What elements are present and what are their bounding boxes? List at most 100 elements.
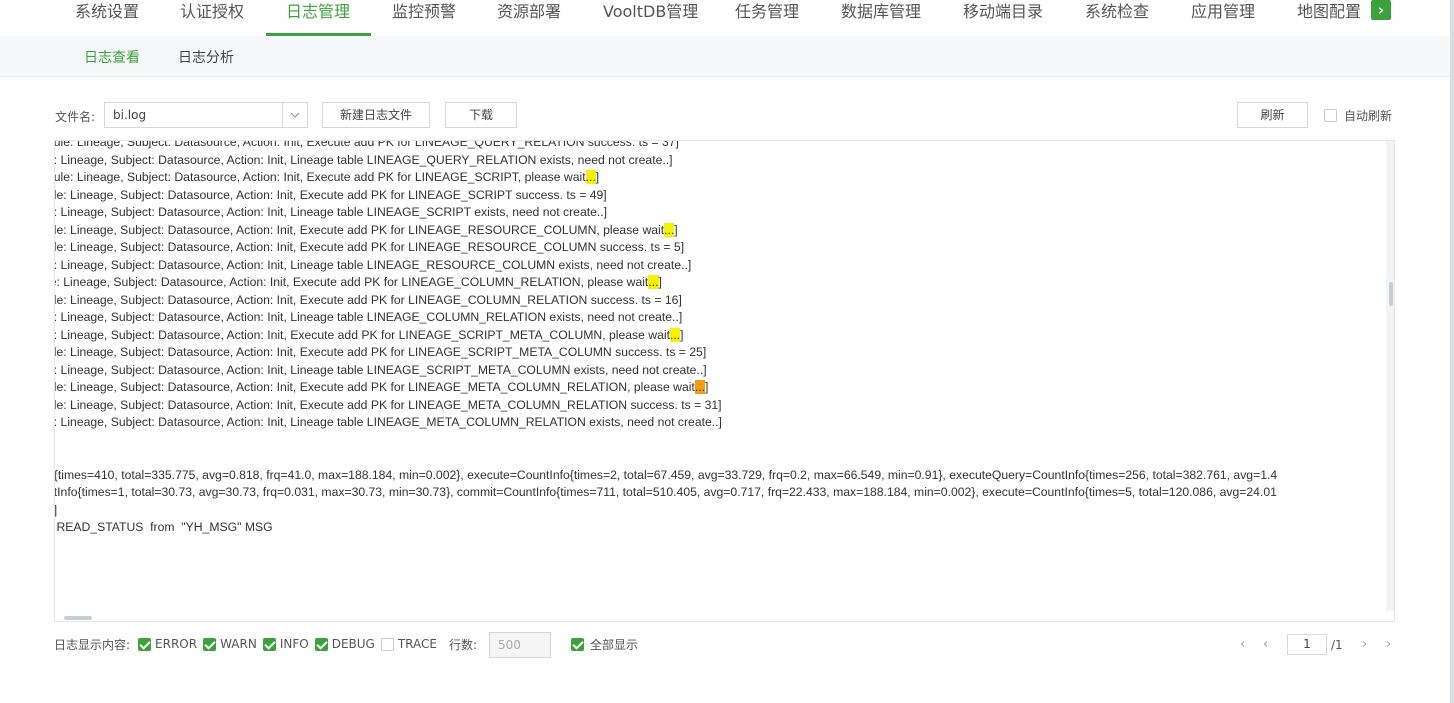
log-line-text: e: Lineage, Subject: Datasource, Action:… bbox=[55, 257, 692, 272]
log-line-text: ule: Lineage, Subject: Datasource, Actio… bbox=[55, 380, 695, 394]
nav-item-system-settings[interactable]: 系统设置 bbox=[75, 0, 139, 36]
window-edge bbox=[1450, 0, 1454, 703]
log-line-text: ule: Lineage, Subject: Datasource, Actio… bbox=[55, 397, 722, 412]
log-line: o{times=410, total=335.775, avg=0.818, f… bbox=[55, 468, 1277, 483]
vertical-scrollbar[interactable] bbox=[1386, 141, 1394, 611]
nav-item-log-management[interactable]: 日志管理 bbox=[286, 0, 350, 36]
log-line-text: e: Lineage, Subject: Datasource, Action:… bbox=[55, 327, 670, 342]
log-line-text: o{times=410, total=335.775, avg=0.818, f… bbox=[55, 467, 1278, 482]
search-highlight: ... bbox=[648, 275, 659, 289]
display-content-label: 日志显示内容: bbox=[54, 637, 131, 652]
tab-log-view[interactable]: 日志查看 bbox=[84, 47, 140, 67]
log-line: ule: Lineage, Subject: Datasource, Actio… bbox=[55, 345, 706, 360]
nav-item-monitoring[interactable]: 监控预警 bbox=[392, 0, 456, 36]
debug-checkbox[interactable] bbox=[314, 637, 328, 651]
log-line: le: Lineage, Subject: Datasource, Action… bbox=[55, 275, 662, 290]
log-content: dule: Lineage, Subject: Datasource, Acti… bbox=[55, 141, 1385, 611]
search-highlight: ... bbox=[669, 327, 681, 342]
rows-input[interactable]: 500 bbox=[489, 632, 551, 658]
log-line-text: ule: Lineage, Subject: Datasource, Actio… bbox=[55, 345, 707, 359]
nav-item-database-management[interactable]: 数据库管理 bbox=[841, 0, 921, 36]
warn-checkbox[interactable] bbox=[203, 637, 217, 651]
log-line-suffix: ] bbox=[680, 327, 684, 342]
log-line-suffix: ] bbox=[595, 170, 600, 184]
nav-item-system-check[interactable]: 系统检查 bbox=[1085, 0, 1149, 36]
level-error[interactable]: ERROR bbox=[138, 637, 197, 651]
horizontal-scrollbar[interactable] bbox=[55, 611, 1386, 621]
log-line-text: e: Lineage, Subject: Datasource, Action:… bbox=[55, 362, 707, 377]
show-all-toggle[interactable]: 全部显示 bbox=[571, 636, 638, 653]
chevron-down-icon[interactable] bbox=[282, 103, 307, 127]
error-checkbox[interactable] bbox=[138, 637, 152, 651]
level-warn[interactable]: WARN bbox=[203, 637, 257, 651]
log-line-text: 3] bbox=[55, 503, 57, 517]
file-select[interactable]: bi.log bbox=[104, 102, 308, 128]
log-filter-bar: 日志显示内容: ERROR WARN INFO DEBUG TRACE 行数: bbox=[54, 636, 477, 652]
log-line-text: ntInfo{times=1, total=30.73, avg=30.73, … bbox=[55, 485, 1277, 499]
info-checkbox[interactable] bbox=[262, 637, 276, 651]
log-line-suffix: ] bbox=[705, 380, 709, 394]
horizontal-scroll-thumb[interactable] bbox=[64, 616, 92, 620]
first-page-icon[interactable]: ‹ bbox=[1240, 632, 1245, 658]
log-viewer[interactable]: dule: Lineage, Subject: Datasource, Acti… bbox=[54, 140, 1395, 622]
log-line-text: e: Lineage, Subject: Datasource, Action:… bbox=[55, 415, 722, 429]
last-page-icon[interactable]: › bbox=[1386, 632, 1391, 658]
new-log-file-button[interactable]: 新建日志文件 bbox=[322, 102, 430, 128]
log-line: ule: Lineage, Subject: Datasource, Actio… bbox=[55, 188, 607, 203]
top-navigation: 系统设置 认证授权 日志管理 监控预警 资源部署 VooltDB管理 任务管理 … bbox=[0, 0, 1454, 36]
log-line: e: Lineage, Subject: Datasource, Action:… bbox=[55, 415, 722, 430]
search-highlight: ... bbox=[664, 222, 675, 237]
download-button[interactable]: 下载 bbox=[445, 102, 517, 128]
log-line: e: Lineage, Subject: Datasource, Action:… bbox=[55, 205, 607, 220]
nav-item-resource-deploy[interactable]: 资源部署 bbox=[497, 0, 561, 36]
next-page-icon[interactable]: › bbox=[1362, 632, 1367, 658]
refresh-button[interactable]: 刷新 bbox=[1237, 102, 1308, 128]
tab-log-analysis[interactable]: 日志分析 bbox=[178, 47, 234, 67]
trace-checkbox[interactable] bbox=[380, 637, 394, 651]
log-line: e: Lineage, Subject: Datasource, Action:… bbox=[55, 327, 684, 343]
level-label: INFO bbox=[279, 637, 309, 651]
log-line: dule: Lineage, Subject: Datasource, Acti… bbox=[55, 141, 679, 150]
log-line-text: e: Lineage, Subject: Datasource, Action:… bbox=[55, 310, 683, 324]
log-line: ule: Lineage, Subject: Datasource, Actio… bbox=[55, 240, 684, 255]
search-highlight: ... bbox=[694, 380, 705, 394]
vertical-scroll-thumb[interactable] bbox=[1389, 282, 1393, 306]
log-line-suffix: ] bbox=[658, 275, 662, 289]
log-line: 3] bbox=[55, 503, 57, 518]
nav-item-vooltdb[interactable]: VooltDB管理 bbox=[603, 0, 698, 36]
show-all-checkbox[interactable] bbox=[571, 638, 584, 651]
log-line-suffix: ] bbox=[674, 222, 678, 237]
log-line-text: ule: Lineage, Subject: Datasource, Actio… bbox=[55, 187, 607, 202]
rows-label: 行数: bbox=[448, 637, 478, 652]
level-label: DEBUG bbox=[331, 637, 375, 651]
log-line: e: Lineage, Subject: Datasource, Action:… bbox=[55, 258, 691, 273]
level-debug[interactable]: DEBUG bbox=[314, 637, 375, 651]
log-line: ntInfo{times=1, total=30.73, avg=30.73, … bbox=[55, 485, 1277, 500]
nav-more-button[interactable]: › bbox=[1371, 0, 1391, 20]
auto-refresh-checkbox[interactable] bbox=[1324, 109, 1337, 122]
nav-item-auth[interactable]: 认证授权 bbox=[180, 0, 244, 36]
nav-item-mobile-catalog[interactable]: 移动端目录 bbox=[963, 0, 1043, 36]
log-line-text: dule: Lineage, Subject: Datasource, Acti… bbox=[55, 141, 679, 149]
level-label: ERROR bbox=[155, 637, 198, 651]
log-line-text: ule: Lineage, Subject: Datasource, Actio… bbox=[55, 240, 685, 254]
nav-item-map-config[interactable]: 地图配置 bbox=[1297, 0, 1361, 36]
chevron-right-icon: › bbox=[1377, 1, 1385, 19]
nav-item-task-management[interactable]: 任务管理 bbox=[735, 0, 799, 36]
log-line-text: ule: Lineage, Subject: Datasource, Actio… bbox=[55, 222, 665, 237]
level-label: TRACE bbox=[397, 637, 437, 651]
log-line-text: e: Lineage, Subject: Datasource, Action:… bbox=[55, 205, 608, 219]
show-all-label: 全部显示 bbox=[590, 638, 639, 652]
level-trace[interactable]: TRACE bbox=[380, 637, 437, 651]
level-info[interactable]: INFO bbox=[262, 637, 309, 651]
nav-item-app-management[interactable]: 应用管理 bbox=[1191, 0, 1255, 36]
log-line-text: s READ_STATUS from "YH_MSG" MSG bbox=[55, 520, 273, 534]
log-line-text: ule: Lineage, Subject: Datasource, Actio… bbox=[55, 292, 682, 307]
log-line-text: e: Lineage, Subject: Datasource, Action:… bbox=[55, 152, 673, 167]
auto-refresh-toggle[interactable]: 自动刷新 bbox=[1324, 107, 1392, 124]
page-number-input[interactable]: 1 bbox=[1287, 634, 1327, 655]
prev-page-icon[interactable]: ‹ bbox=[1263, 632, 1268, 658]
log-line: s READ_STATUS from "YH_MSG" MSG bbox=[55, 520, 273, 535]
sub-navigation: 日志查看 日志分析 bbox=[0, 36, 1454, 77]
log-line: ule: Lineage, Subject: Datasource, Actio… bbox=[55, 222, 678, 238]
